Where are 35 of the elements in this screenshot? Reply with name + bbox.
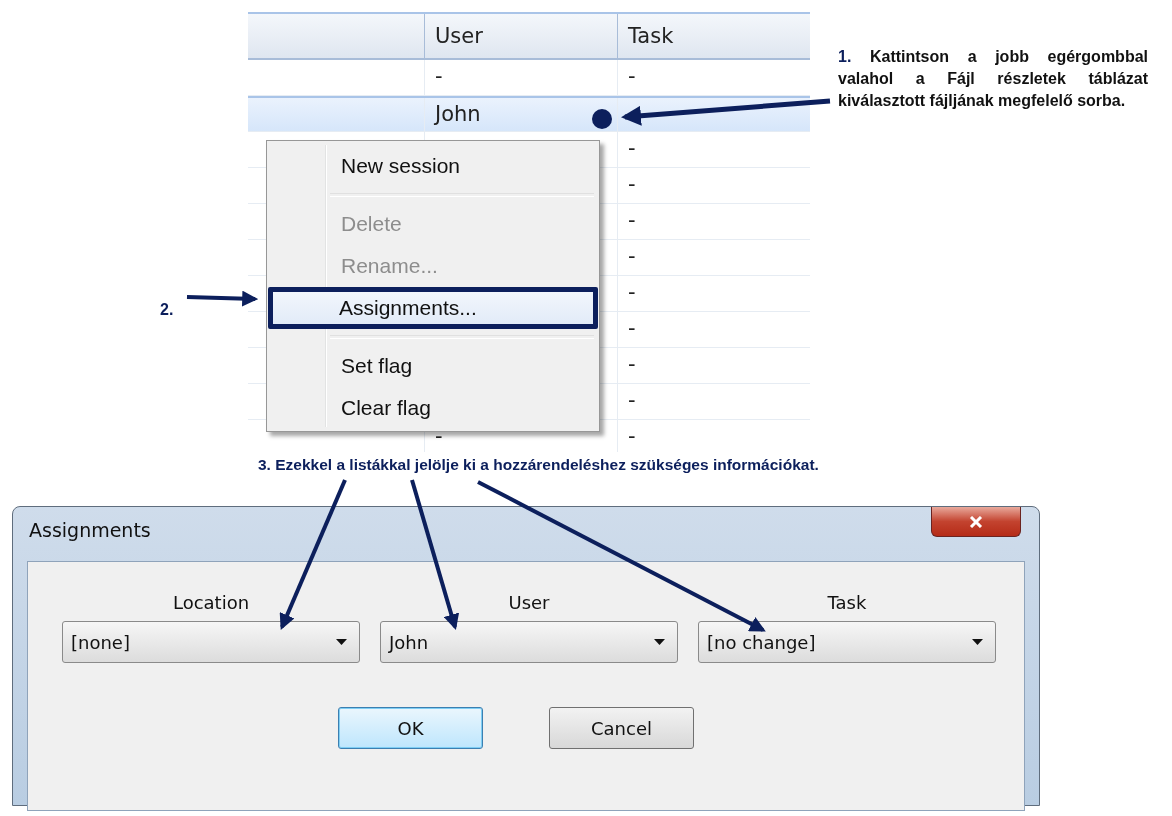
- menu-item[interactable]: Assignments...: [268, 287, 598, 329]
- table-cell: -: [628, 316, 636, 340]
- dropdown[interactable]: John: [380, 621, 678, 663]
- close-icon: [969, 515, 983, 528]
- table-cell: -: [628, 388, 636, 412]
- table-cell: -: [628, 424, 636, 448]
- field-label: Task: [827, 592, 867, 613]
- table-cell: -: [435, 64, 443, 88]
- table-cell: -: [628, 64, 636, 88]
- field-label: User: [508, 592, 550, 613]
- dialog-button[interactable]: Cancel: [549, 707, 694, 749]
- close-button[interactable]: [931, 507, 1021, 537]
- caret-icon: [654, 639, 665, 645]
- table-cell: -: [628, 244, 636, 268]
- instruction-text: 1. Kattintson a jobb egérgombbal valahol a Fájl részletek táblázat kiválasztott fájljának megfelelő sorba.: [838, 47, 1148, 111]
- caret-icon: [336, 639, 347, 645]
- step-number: 2.: [160, 301, 174, 318]
- menu-item[interactable]: Set flag: [270, 345, 596, 387]
- table-cell: -: [628, 352, 636, 376]
- caret-icon: [972, 639, 983, 645]
- table-cell: -: [628, 172, 636, 196]
- dialog-button[interactable]: OK: [338, 707, 483, 749]
- instruction-text: 3. Ezekkel a listákkal jelölje ki a hozzárendeléshez szükséges információkat.: [258, 456, 819, 473]
- table-row[interactable]: John: [248, 96, 810, 132]
- table-cell: -: [628, 280, 636, 304]
- dropdown[interactable]: [no change]: [698, 621, 996, 663]
- menu-item[interactable]: New session: [270, 145, 596, 187]
- field-label: Location: [172, 592, 250, 613]
- table-cell: John: [435, 102, 481, 126]
- dropdown[interactable]: [none]: [62, 621, 360, 663]
- column-header[interactable]: User: [424, 14, 617, 58]
- column-header[interactable]: Task: [617, 14, 810, 58]
- table-cell: -: [628, 208, 636, 232]
- window-title: Assignments: [29, 519, 151, 541]
- table-cell: -: [628, 136, 636, 160]
